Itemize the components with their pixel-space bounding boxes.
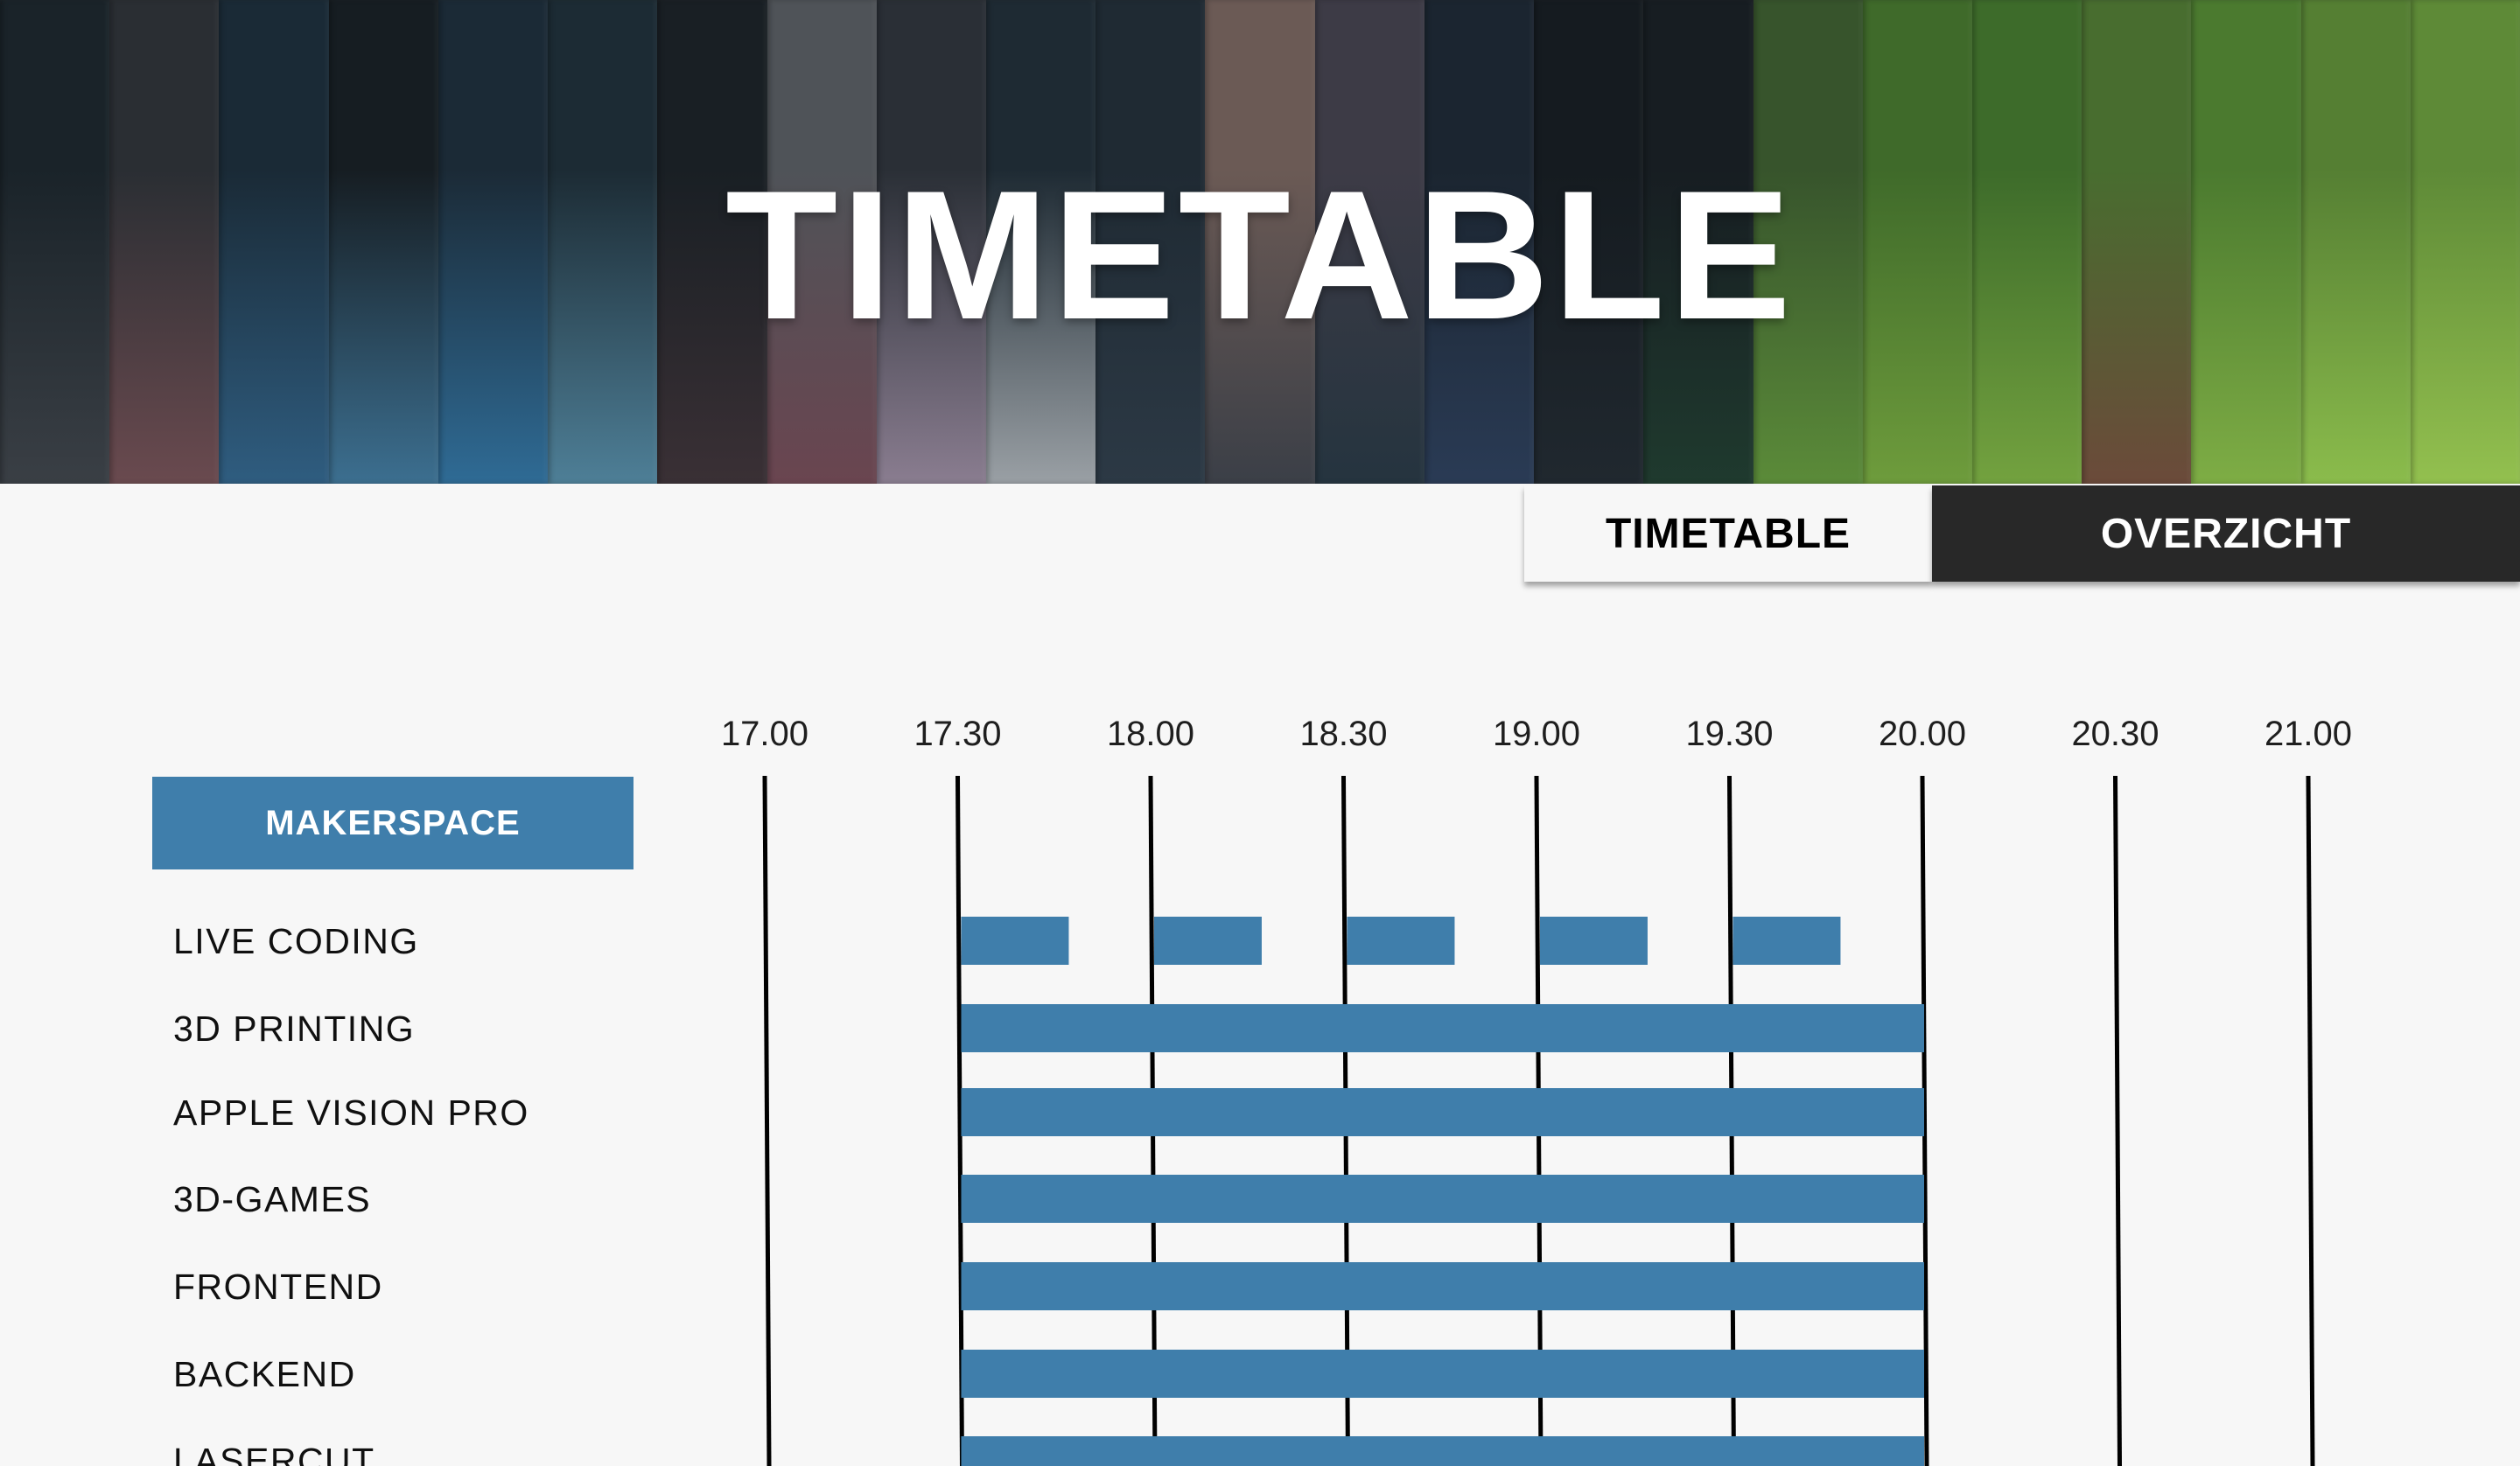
- session-bar[interactable]: [1732, 917, 1841, 965]
- row-label: 3D PRINTING: [173, 1009, 416, 1049]
- time-tick-label: 18.00: [1107, 715, 1194, 753]
- time-tick-label: 19.30: [1685, 715, 1773, 753]
- row-label: BACKEND: [173, 1354, 356, 1394]
- time-tick-label: 20.30: [2071, 715, 2159, 753]
- time-grid-line: [2306, 775, 2315, 1466]
- row-label: LASERCUT: [173, 1441, 375, 1466]
- session-bar[interactable]: [961, 917, 1069, 965]
- page-title: TIMETABLE: [725, 152, 1795, 358]
- time-grid-line: [762, 775, 772, 1466]
- tab-overzicht[interactable]: OVERZICHT: [1932, 485, 2520, 582]
- row-label: LIVE CODING: [173, 921, 419, 961]
- session-bar[interactable]: [1154, 917, 1262, 965]
- time-tick-label: 19.00: [1493, 715, 1580, 753]
- time-tick-label: 21.00: [2264, 715, 2352, 753]
- time-tick-label: 17.00: [721, 715, 808, 753]
- time-tick-label: 20.00: [1879, 715, 1966, 753]
- session-bar[interactable]: [961, 1436, 1925, 1466]
- session-bar[interactable]: [961, 1175, 1925, 1223]
- category-badge[interactable]: MAKERSPACE: [152, 777, 634, 869]
- tab-timetable[interactable]: TIMETABLE: [1524, 485, 1932, 582]
- time-tick-label: 18.30: [1299, 715, 1387, 753]
- session-bar[interactable]: [961, 1262, 1925, 1310]
- page: TIMETABLE TIMETABLE OVERZICHT 17.00 17.30…: [0, 0, 2520, 1466]
- time-tick-label: 17.30: [914, 715, 1001, 753]
- session-bar[interactable]: [961, 1004, 1925, 1052]
- tab-bar: TIMETABLE OVERZICHT: [1524, 485, 2520, 582]
- row-label: APPLE VISION PRO: [173, 1093, 529, 1133]
- row-label: 3D-GAMES: [173, 1179, 372, 1219]
- time-grid-line: [2113, 775, 2122, 1466]
- row-label: FRONTEND: [173, 1267, 383, 1307]
- hero-banner: TIMETABLE: [0, 0, 2520, 484]
- session-bar[interactable]: [961, 1350, 1925, 1398]
- session-bar[interactable]: [1347, 917, 1455, 965]
- session-bar[interactable]: [1540, 917, 1648, 965]
- session-bar[interactable]: [961, 1088, 1925, 1136]
